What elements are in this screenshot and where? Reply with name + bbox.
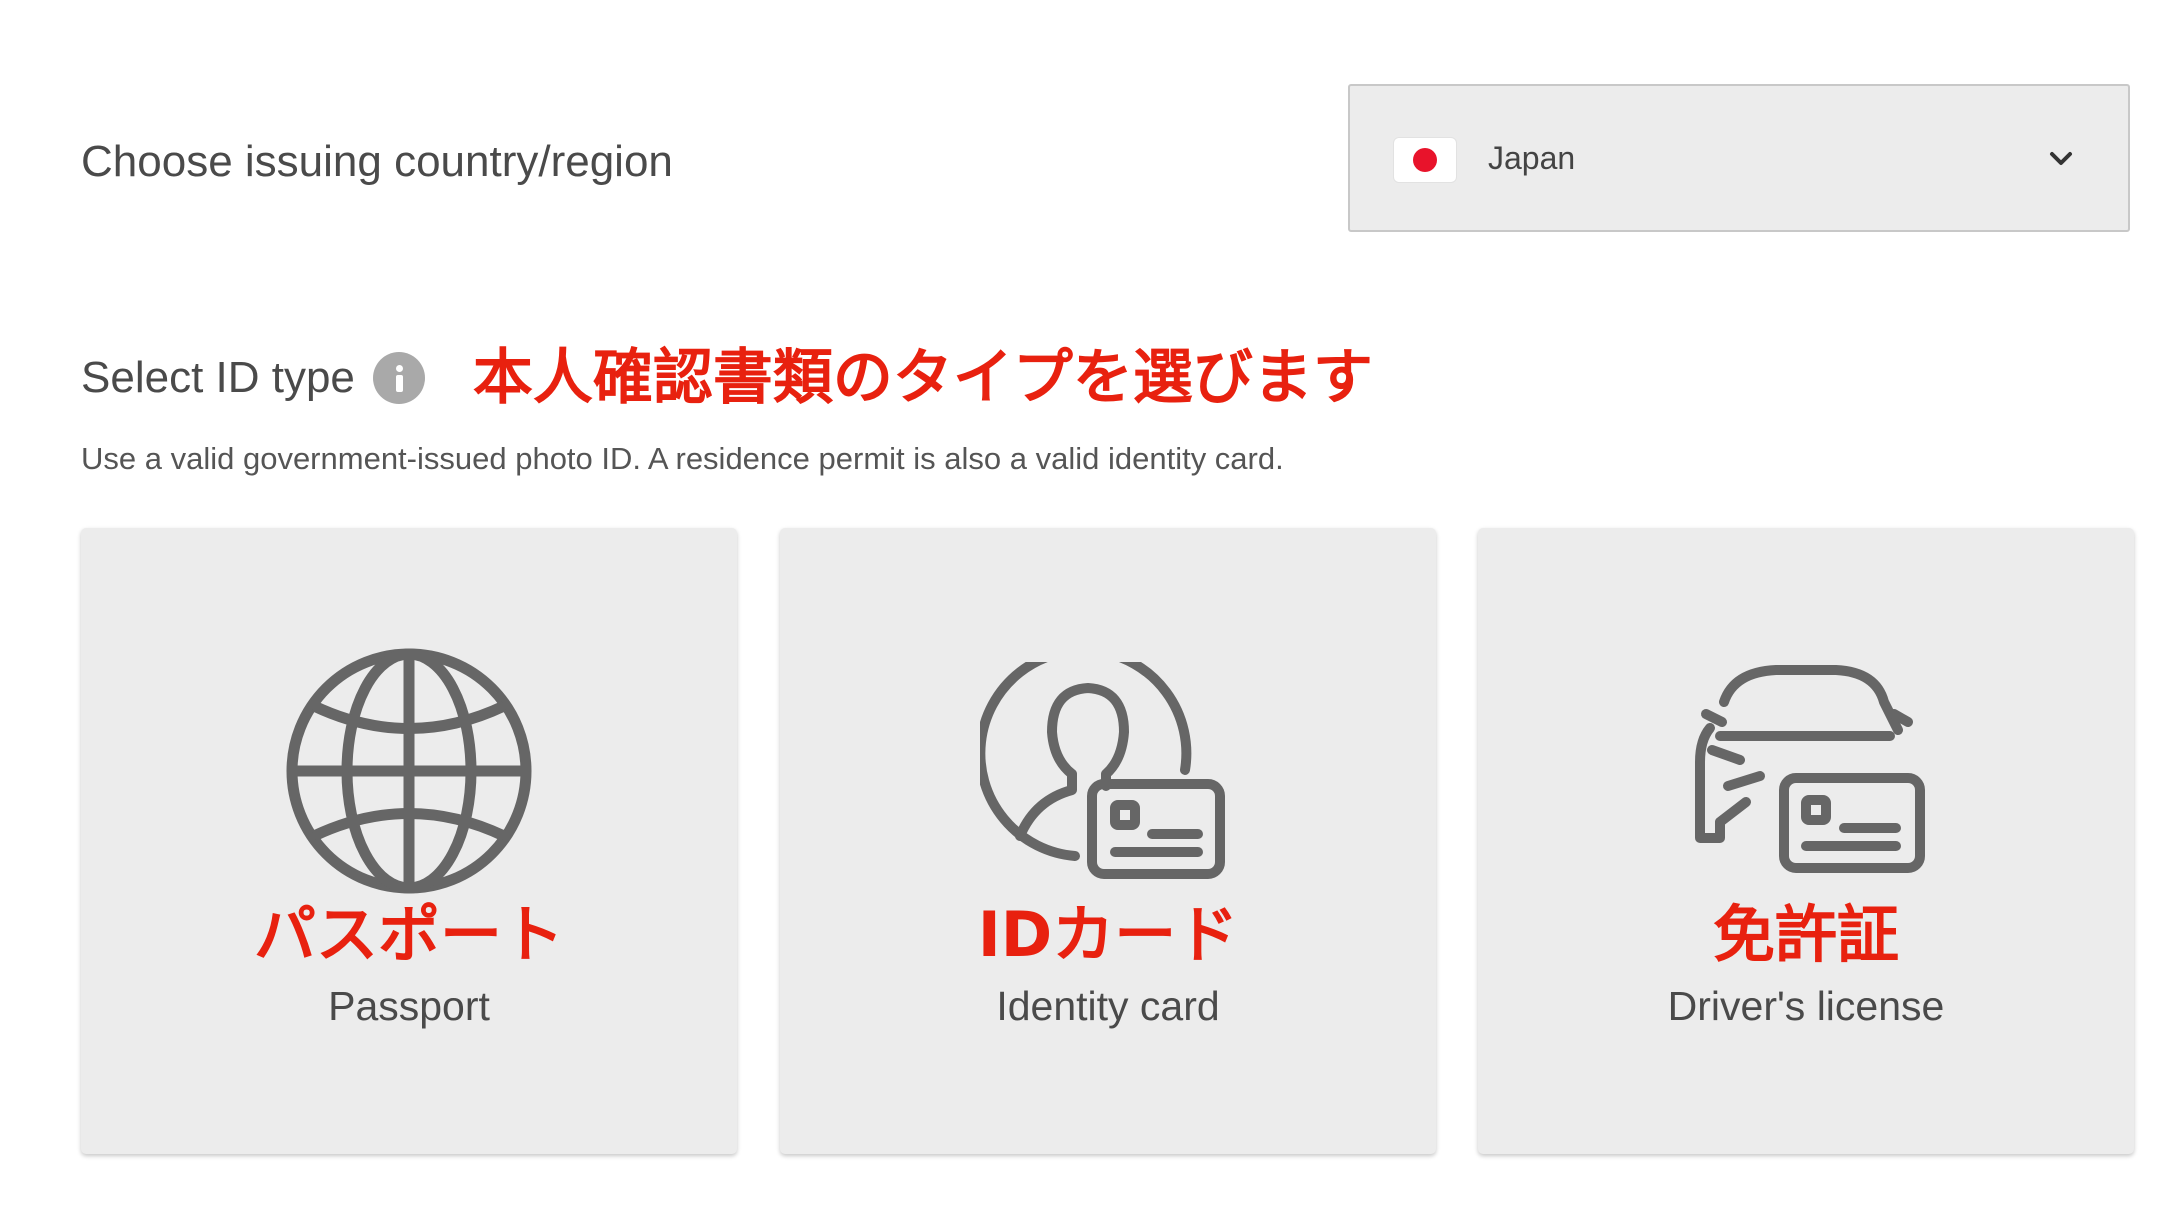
info-icon[interactable] [372, 352, 425, 404]
card-label-jp: パスポート [253, 898, 564, 971]
card-label-jp: 免許証 [1712, 898, 1899, 971]
country-dropdown[interactable]: Japan [1348, 84, 2130, 232]
identity-card-icon [980, 662, 1225, 879]
id-type-description: Use a valid government-issued photo ID. … [81, 441, 1284, 476]
card-label: Driver's license [1667, 983, 1945, 1029]
globe-icon [286, 648, 532, 894]
id-verification-page: Choose issuing country/region Japan Sele… [0, 0, 2172, 1232]
country-selected-value: Japan [1488, 140, 1576, 176]
id-type-card-drivers-license[interactable]: 免許証 Driver's license [1478, 528, 2134, 1154]
card-label-jp: IDカード [977, 898, 1239, 971]
id-type-header: Select ID type 本人確認書類のタイプを選びます [81, 343, 1373, 413]
car-license-icon [1695, 665, 1925, 873]
country-label: Choose issuing country/region [81, 137, 673, 186]
id-type-card-identity[interactable]: IDカード Identity card [780, 528, 1436, 1154]
chevron-down-icon [2050, 152, 2072, 165]
id-type-card-passport[interactable]: パスポート Passport [81, 528, 737, 1154]
card-label: Passport [328, 983, 490, 1029]
id-type-title: Select ID type [81, 353, 355, 402]
id-type-annotation-jp: 本人確認書類のタイプを選びます [472, 343, 1373, 413]
card-label: Identity card [996, 983, 1220, 1029]
japan-flag-icon [1394, 138, 1456, 182]
